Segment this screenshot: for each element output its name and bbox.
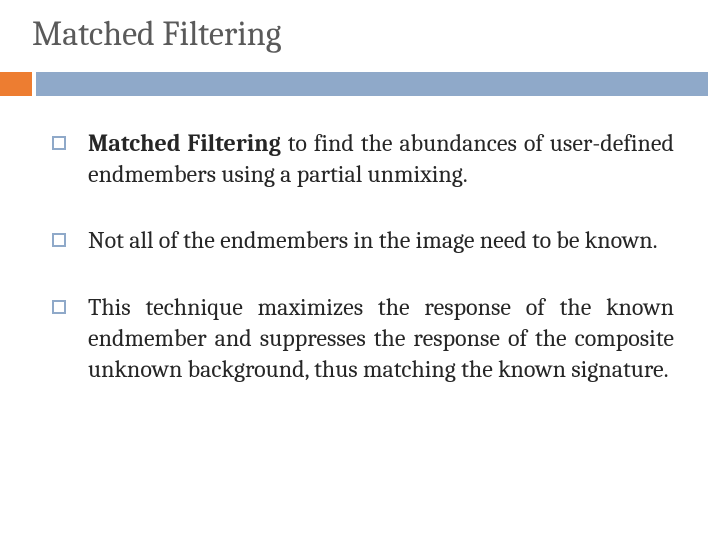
content-area: Matched Filtering to find the abundances… [52, 128, 674, 420]
bold-text: Matched Filtering [88, 129, 281, 157]
slide: Matched Filtering Matched Filtering to f… [0, 0, 720, 540]
list-item: Not all of the endmembers in the image n… [52, 225, 674, 256]
title-underline [0, 72, 720, 96]
bullet-icon [52, 233, 66, 247]
bullet-icon [52, 136, 66, 150]
list-item-text: This technique maximizes the response of… [88, 292, 674, 384]
accent-block [0, 72, 32, 96]
page-title: Matched Filtering [32, 14, 281, 54]
divider-bar [36, 72, 708, 96]
body-text: Not all of the endmembers in the image n… [88, 226, 658, 254]
bullet-icon [52, 300, 66, 314]
list-item: Matched Filtering to find the abundances… [52, 128, 674, 189]
list-item-text: Matched Filtering to find the abundances… [88, 128, 674, 189]
body-text: This technique maximizes the response of… [88, 293, 674, 382]
list-item-text: Not all of the endmembers in the image n… [88, 225, 674, 256]
list-item: This technique maximizes the response of… [52, 292, 674, 384]
